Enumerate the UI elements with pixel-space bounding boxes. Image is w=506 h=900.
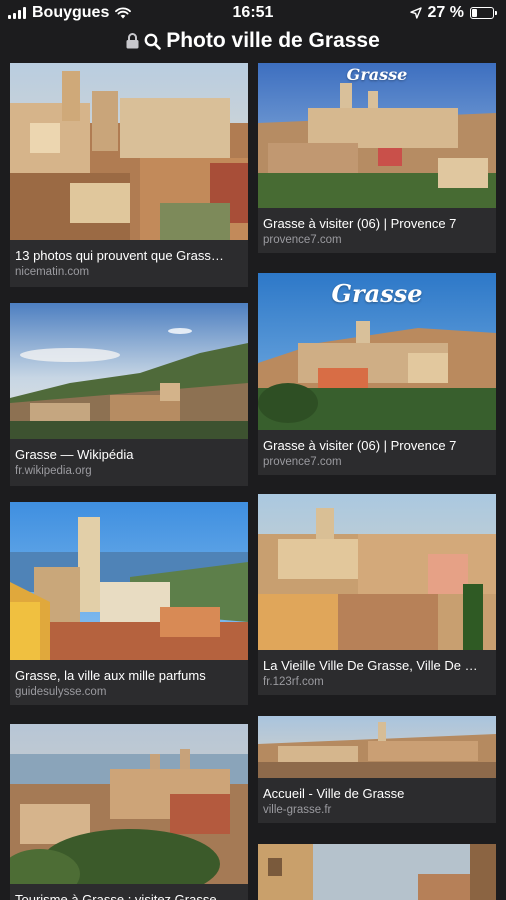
battery-icon (470, 7, 497, 19)
result-source: provence7.com (263, 456, 342, 468)
image-result-card[interactable]: La Vieille Ville De Grasse, Ville De … f… (258, 494, 496, 695)
result-thumbnail[interactable] (10, 63, 248, 240)
image-result-card[interactable] (258, 844, 496, 900)
result-title[interactable]: Grasse — Wikipédia (10, 439, 248, 462)
status-right: 27 % (409, 4, 497, 22)
location-arrow-icon (409, 7, 422, 19)
result-thumbnail[interactable] (258, 494, 496, 650)
result-thumbnail[interactable] (10, 303, 248, 439)
result-title[interactable]: Grasse, la ville aux mille parfums (10, 660, 248, 683)
thumbnail-watermark: Grasse (346, 65, 408, 84)
image-result-card[interactable]: 13 photos qui prouvent que Grass… nicema… (10, 63, 248, 287)
result-title[interactable]: Accueil - Ville de Grasse (258, 778, 496, 801)
result-thumbnail[interactable] (258, 844, 496, 900)
result-title[interactable]: Grasse à visiter (06) | Provence 7 (258, 208, 496, 231)
result-thumbnail[interactable]: Grasse (258, 63, 496, 208)
image-result-card[interactable]: Grasse Grasse à visiter (06) | Provence … (258, 273, 496, 475)
result-source: fr.wikipedia.org (15, 465, 92, 477)
result-thumbnail[interactable] (10, 502, 248, 660)
search-query: Photo ville de Grasse (166, 29, 380, 52)
result-source: ville-grasse.fr (263, 804, 332, 816)
result-source: fr.123rf.com (263, 676, 324, 688)
search-icon (144, 33, 162, 50)
lock-icon (126, 33, 139, 49)
result-source: nicematin.com (15, 266, 90, 278)
address-bar[interactable]: Photo ville de Grasse (0, 26, 506, 56)
result-title[interactable]: 13 photos qui prouvent que Grass… (10, 240, 248, 263)
result-thumbnail[interactable] (10, 724, 248, 884)
result-source: provence7.com (263, 234, 342, 246)
image-result-card[interactable]: Grasse Grasse à visiter (06) | Provence … (258, 63, 496, 253)
image-result-card[interactable]: Accueil - Ville de Grasse ville-grasse.f… (258, 716, 496, 823)
result-thumbnail[interactable] (258, 716, 496, 778)
status-bar: Bouygues 16:51 27 % (0, 0, 506, 26)
image-result-card[interactable]: Grasse — Wikipédia fr.wikipedia.org (10, 303, 248, 486)
result-title[interactable]: Grasse à visiter (06) | Provence 7 (258, 430, 496, 453)
result-thumbnail[interactable]: Grasse (258, 273, 496, 430)
result-source: guidesulysse.com (15, 686, 107, 698)
result-title[interactable]: Tourisme à Grasse : visitez Grasse (10, 884, 248, 900)
result-title[interactable]: La Vieille Ville De Grasse, Ville De … (258, 650, 496, 673)
battery-percent: 27 % (427, 4, 464, 21)
image-result-card[interactable]: Grasse, la ville aux mille parfums guide… (10, 502, 248, 705)
image-result-card[interactable]: Tourisme à Grasse : visitez Grasse (10, 724, 248, 900)
thumbnail-watermark: Grasse (331, 279, 423, 308)
